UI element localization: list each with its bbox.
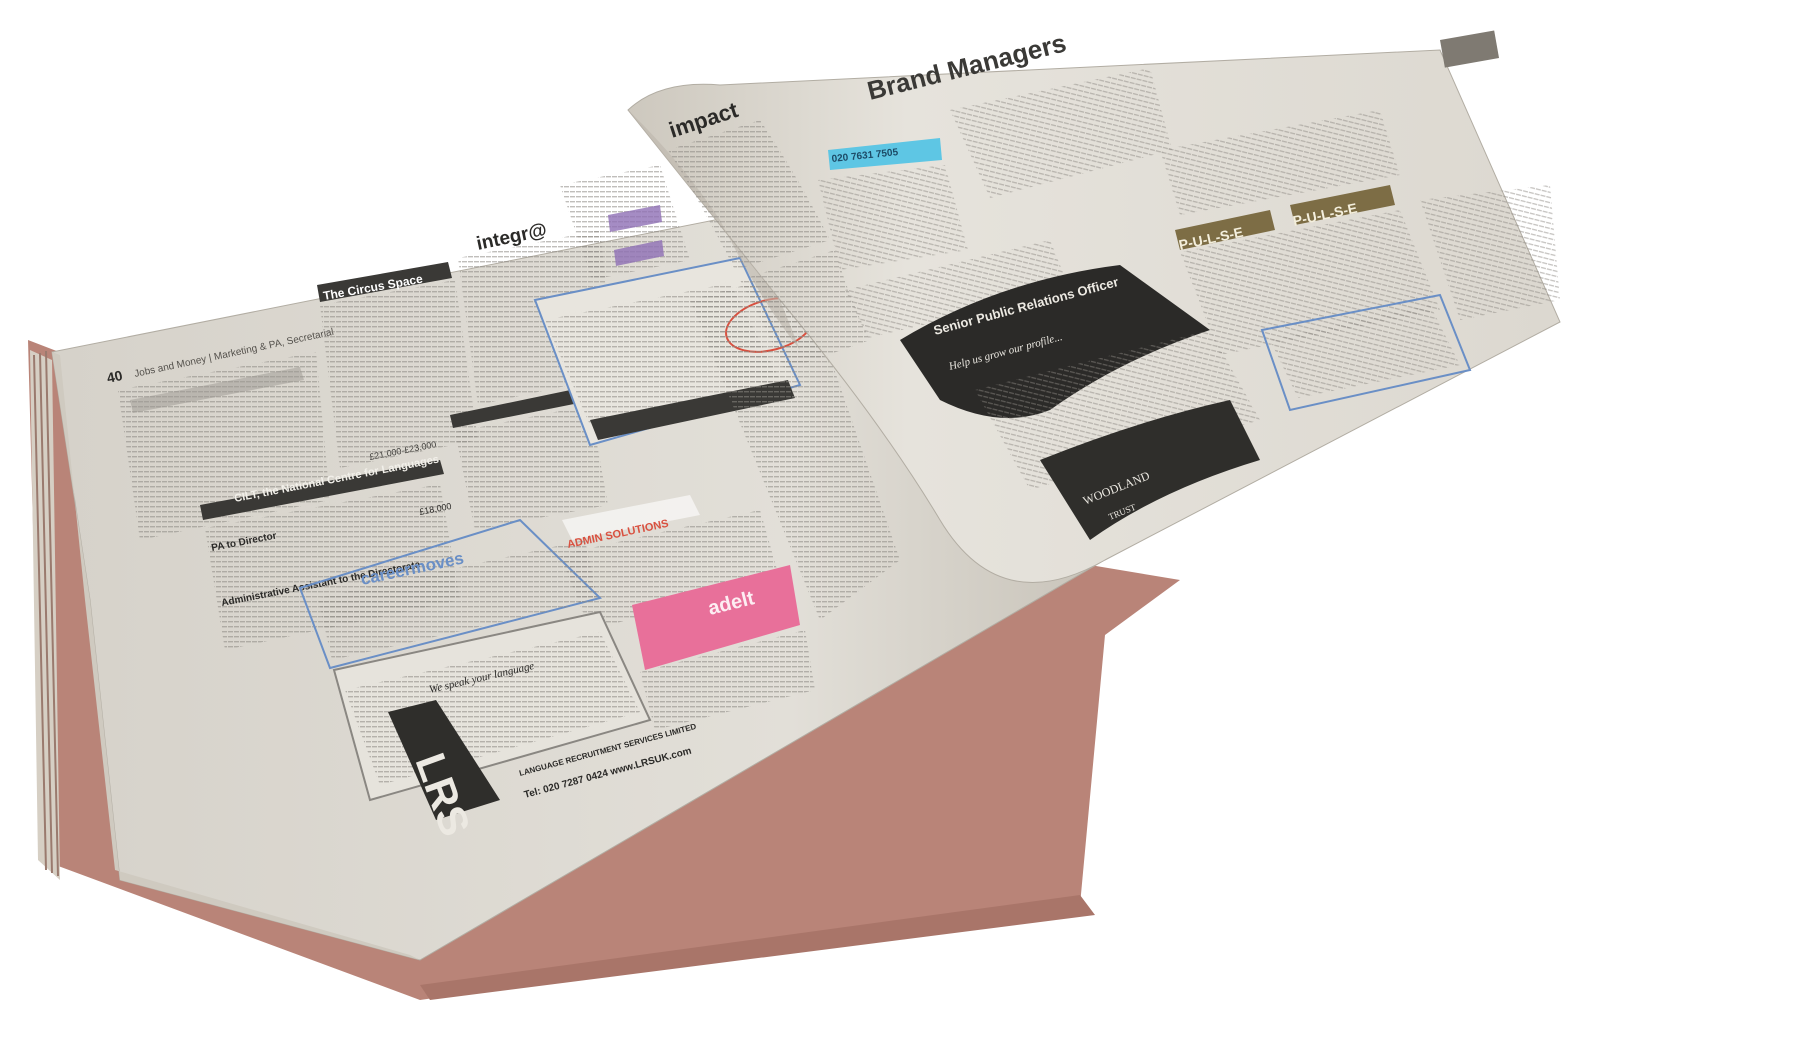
circus-space-text — [320, 280, 478, 468]
newspaper-photo: 40 Jobs and Money | Marketing & PA, Secr… — [28, 27, 1561, 1000]
top-right-logo — [1440, 30, 1500, 68]
